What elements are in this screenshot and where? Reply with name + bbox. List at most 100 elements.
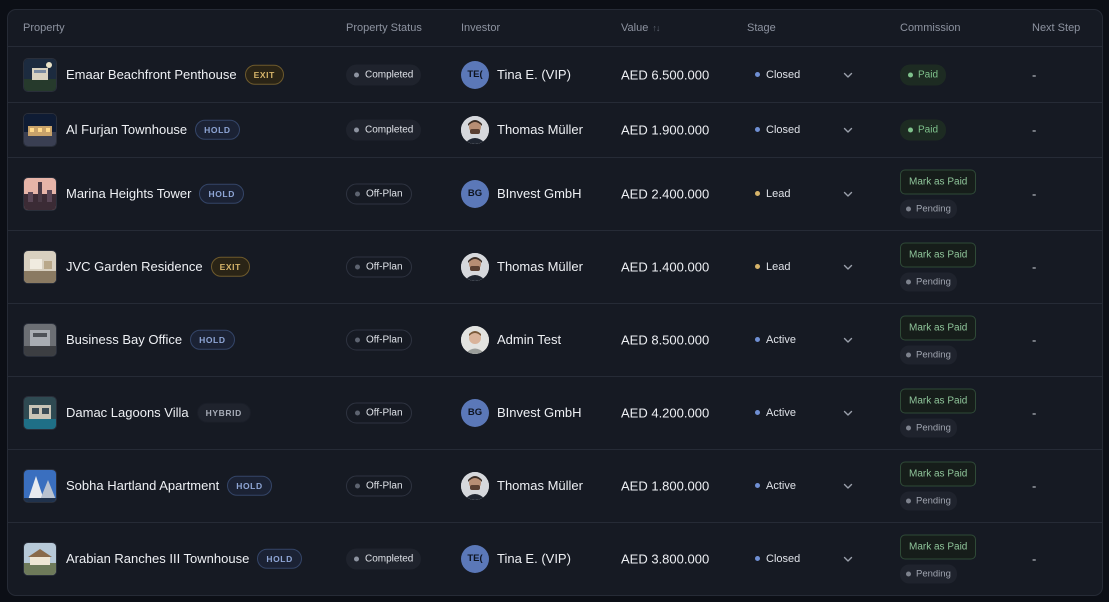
column-header-investor[interactable]: Investor bbox=[461, 22, 500, 34]
column-header-property[interactable]: Property bbox=[23, 22, 65, 34]
next-step: - bbox=[1032, 259, 1037, 274]
investor-cell[interactable]: Thomas Müller bbox=[461, 115, 583, 144]
investor-avatar: BG bbox=[461, 179, 489, 208]
property-status-badge: Completed bbox=[346, 119, 422, 140]
property-cell: Emaar Beachfront Penthouse EXIT bbox=[66, 64, 284, 85]
pending-dot-icon bbox=[906, 279, 911, 284]
status-dot-icon bbox=[354, 127, 359, 132]
property-thumbnail bbox=[23, 57, 57, 92]
property-name[interactable]: Arabian Ranches III Townhouse bbox=[66, 551, 249, 566]
stage-dropdown-chevron-icon[interactable] bbox=[840, 332, 856, 348]
investor-name: Thomas Müller bbox=[497, 259, 583, 274]
stage-cell: Closed bbox=[755, 553, 800, 565]
property-value: AED 1.900.000 bbox=[621, 122, 710, 137]
table-row[interactable]: Damac Lagoons Villa HYBRID Off-Plan BG B… bbox=[8, 376, 1102, 450]
commission-paid-badge: Paid bbox=[900, 119, 947, 140]
table-header: Property Property Status Investor Value ↑… bbox=[8, 10, 1102, 47]
property-name[interactable]: Damac Lagoons Villa bbox=[66, 405, 189, 420]
stage-dot-icon bbox=[755, 556, 760, 561]
strategy-tag: EXIT bbox=[244, 64, 284, 85]
stage-dropdown-chevron-icon[interactable] bbox=[840, 405, 856, 421]
column-header-value-label: Value bbox=[621, 22, 649, 34]
pending-dot-icon bbox=[906, 498, 911, 503]
investor-avatar bbox=[461, 325, 489, 354]
commission-cell: Mark as Paid Pending bbox=[900, 534, 977, 583]
investor-cell[interactable]: Thomas Müller bbox=[461, 471, 583, 500]
property-value: AED 4.200.000 bbox=[621, 405, 710, 420]
table-row[interactable]: Arabian Ranches III Townhouse HOLD Compl… bbox=[8, 522, 1102, 595]
property-value: AED 1.800.000 bbox=[621, 478, 710, 493]
investor-avatar bbox=[461, 252, 489, 281]
mark-as-paid-button[interactable]: Mark as Paid bbox=[900, 242, 977, 267]
property-status-badge: Off-Plan bbox=[346, 183, 412, 204]
mark-as-paid-button[interactable]: Mark as Paid bbox=[900, 388, 977, 413]
stage-dropdown-chevron-icon[interactable] bbox=[840, 67, 856, 83]
strategy-tag: HYBRID bbox=[196, 402, 251, 423]
property-name[interactable]: Business Bay Office bbox=[66, 332, 182, 347]
property-name[interactable]: Emaar Beachfront Penthouse bbox=[66, 67, 237, 82]
stage-dot-icon bbox=[755, 264, 760, 269]
investor-avatar bbox=[461, 115, 489, 144]
mark-as-paid-button[interactable]: Mark as Paid bbox=[900, 461, 977, 486]
table-row[interactable]: Business Bay Office HOLD Off-Plan Admin … bbox=[8, 303, 1102, 377]
stage-dropdown-chevron-icon[interactable] bbox=[840, 478, 856, 494]
investor-cell[interactable]: Admin Test bbox=[461, 325, 562, 354]
property-value: AED 6.500.000 bbox=[621, 67, 710, 82]
commission-pending-badge: Pending bbox=[900, 418, 957, 437]
column-header-status[interactable]: Property Status bbox=[346, 22, 422, 34]
commission-pending-label: Pending bbox=[916, 568, 951, 579]
investor-cell[interactable]: BG BInvest GmbH bbox=[461, 179, 582, 208]
commission-pending-label: Pending bbox=[916, 495, 951, 506]
property-name[interactable]: Al Furjan Townhouse bbox=[66, 122, 187, 137]
investor-cell[interactable]: TE( Tina E. (VIP) bbox=[461, 60, 571, 89]
stage-label: Active bbox=[766, 333, 796, 346]
property-name[interactable]: Sobha Hartland Apartment bbox=[66, 478, 219, 493]
commission-cell: Mark as Paid Pending bbox=[900, 461, 977, 510]
stage-dropdown-chevron-icon[interactable] bbox=[840, 186, 856, 202]
stage-dropdown-chevron-icon[interactable] bbox=[840, 259, 856, 275]
strategy-tag: HOLD bbox=[195, 119, 240, 140]
investor-cell[interactable]: TE( Tina E. (VIP) bbox=[461, 544, 571, 573]
investor-name: Admin Test bbox=[497, 332, 562, 347]
investor-cell[interactable]: Thomas Müller bbox=[461, 252, 583, 281]
table-row[interactable]: Emaar Beachfront Penthouse EXIT Complete… bbox=[8, 47, 1102, 103]
investor-cell[interactable]: BG BInvest GmbH bbox=[461, 398, 582, 427]
property-thumbnail bbox=[23, 112, 57, 147]
table-row[interactable]: Al Furjan Townhouse HOLD Completed Thoma… bbox=[8, 102, 1102, 158]
property-status-label: Completed bbox=[365, 69, 414, 80]
next-step: - bbox=[1032, 122, 1037, 137]
property-cell: Damac Lagoons Villa HYBRID bbox=[66, 402, 251, 423]
sort-arrows-icon[interactable]: ↑↓ bbox=[652, 23, 660, 33]
column-header-next-step[interactable]: Next Step bbox=[1032, 22, 1080, 34]
commission-pending-badge: Pending bbox=[900, 491, 957, 510]
mark-as-paid-button[interactable]: Mark as Paid bbox=[900, 315, 977, 340]
column-header-commission[interactable]: Commission bbox=[900, 22, 961, 34]
property-status-badge: Off-Plan bbox=[346, 329, 412, 350]
property-value: AED 8.500.000 bbox=[621, 332, 710, 347]
mark-as-paid-button[interactable]: Mark as Paid bbox=[900, 534, 977, 559]
table-row[interactable]: Marina Heights Tower HOLD Off-Plan BG BI… bbox=[8, 157, 1102, 231]
stage-label: Lead bbox=[766, 260, 791, 273]
property-cell: Marina Heights Tower HOLD bbox=[66, 183, 244, 204]
column-header-stage[interactable]: Stage bbox=[747, 22, 776, 34]
stage-dot-icon bbox=[755, 483, 760, 488]
table-row[interactable]: JVC Garden Residence EXIT Off-Plan Thoma… bbox=[8, 230, 1102, 304]
commission-pending-badge: Pending bbox=[900, 272, 957, 291]
stage-label: Closed bbox=[766, 123, 801, 136]
commission-cell: Mark as Paid Pending bbox=[900, 242, 977, 291]
property-name[interactable]: Marina Heights Tower bbox=[66, 186, 191, 201]
stage-dropdown-chevron-icon[interactable] bbox=[840, 551, 856, 567]
next-step: - bbox=[1032, 186, 1037, 201]
table-row[interactable]: Sobha Hartland Apartment HOLD Off-Plan T… bbox=[8, 449, 1102, 523]
column-header-value[interactable]: Value ↑↓ bbox=[621, 22, 660, 34]
strategy-tag: EXIT bbox=[210, 256, 250, 277]
stage-cell: Closed bbox=[755, 124, 800, 136]
commission-paid-badge: Paid bbox=[900, 64, 947, 85]
stage-cell: Active bbox=[755, 334, 796, 346]
property-status-badge: Off-Plan bbox=[346, 475, 412, 496]
stage-dropdown-chevron-icon[interactable] bbox=[840, 122, 856, 138]
strategy-tag: HOLD bbox=[257, 548, 302, 569]
mark-as-paid-button[interactable]: Mark as Paid bbox=[900, 169, 977, 194]
property-name[interactable]: JVC Garden Residence bbox=[66, 259, 203, 274]
stage-cell: Closed bbox=[755, 69, 800, 81]
